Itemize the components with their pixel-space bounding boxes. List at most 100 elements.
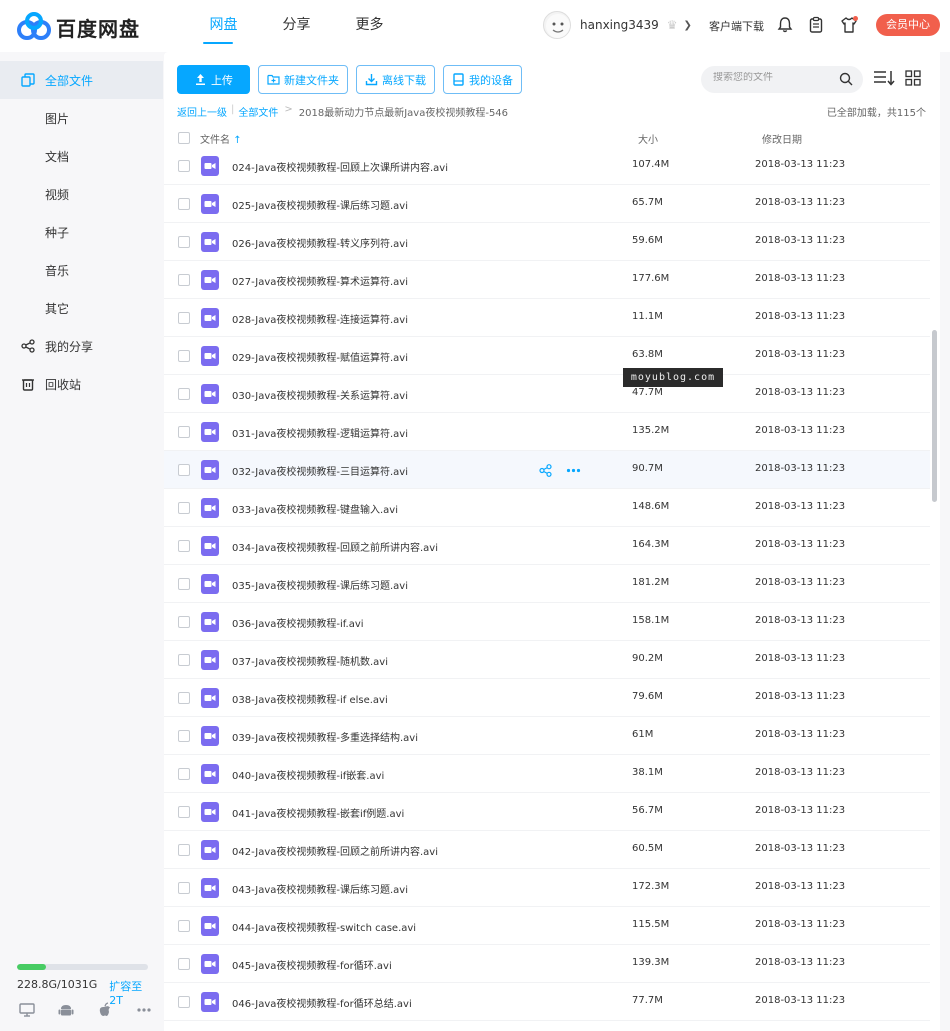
new-folder-button[interactable]: 新建文件夹 [258,65,348,94]
table-row[interactable]: 046-Java夜校视频教程-for循环总结.avi 77.7M 2018-03-1… [164,983,930,1021]
breadcrumb-root-link[interactable]: 全部文件 [238,104,278,119]
nav-share[interactable]: 分享 [260,0,333,52]
clipboard-icon[interactable] [807,16,825,34]
row-checkbox[interactable] [178,920,190,932]
select-all-checkbox[interactable] [178,132,190,144]
sidebar-item-videos[interactable]: 视频 [0,175,163,213]
file-name-link[interactable]: 040-Java夜校视频教程-if嵌套.avi [232,767,384,782]
row-checkbox[interactable] [178,806,190,818]
user-menu[interactable]: hanxing3439 ♛ ❯ [543,11,692,39]
row-checkbox[interactable] [178,426,190,438]
file-name-link[interactable]: 035-Java夜校视频教程-课后练习题.avi [232,577,408,592]
breadcrumb-back-link[interactable]: 返回上一级 [177,104,227,119]
row-checkbox[interactable] [178,160,190,172]
table-row[interactable]: 039-Java夜校视频教程-多重选择结构.avi 61M 2018-03-13 1… [164,717,930,755]
table-row[interactable]: 034-Java夜校视频教程-回顾之前所讲内容.avi 164.3M 2018-03… [164,527,930,565]
sidebar-item-my-shares[interactable]: 我的分享 [0,327,163,365]
file-name-link[interactable]: 024-Java夜校视频教程-回顾上次课所讲内容.avi [232,159,448,174]
row-checkbox[interactable] [178,502,190,514]
file-name-link[interactable]: 039-Java夜校视频教程-多重选择结构.avi [232,729,418,744]
column-header-date[interactable]: 修改日期 [762,131,802,146]
file-name-link[interactable]: 028-Java夜校视频教程-连接运算符.avi [232,311,408,326]
table-row[interactable]: 043-Java夜校视频教程-课后练习题.avi 172.3M 2018-03-13… [164,869,930,907]
sidebar-item-images[interactable]: 图片 [0,99,163,137]
column-header-name[interactable]: 文件名 ↑ [200,131,242,146]
logo[interactable]: 百度网盘 [16,12,140,42]
file-name-link[interactable]: 032-Java夜校视频教程-三目运算符.avi [232,463,408,478]
scrollbar-thumb[interactable] [932,330,937,502]
chevron-down-icon[interactable]: ❯ [684,20,692,31]
file-name-link[interactable]: 034-Java夜校视频教程-回顾之前所讲内容.avi [232,539,438,554]
row-checkbox[interactable] [178,730,190,742]
file-name-link[interactable]: 026-Java夜校视频教程-转义序列符.avi [232,235,408,250]
more-dots-icon[interactable] [136,1002,152,1018]
table-row[interactable]: 037-Java夜校视频教程-随机数.avi 90.2M 2018-03-13 11… [164,641,930,679]
file-name-link[interactable]: 043-Java夜校视频教程-课后练习题.avi [232,881,408,896]
search-input[interactable] [713,72,833,83]
file-name-link[interactable]: 027-Java夜校视频教程-算术运算符.avi [232,273,408,288]
file-name-link[interactable]: 031-Java夜校视频教程-逻辑运算符.avi [232,425,408,440]
vip-center-button[interactable]: 会员中心 [876,14,940,36]
row-checkbox[interactable] [178,958,190,970]
row-checkbox[interactable] [178,882,190,894]
row-checkbox[interactable] [178,540,190,552]
row-checkbox[interactable] [178,350,190,362]
nav-netdisk[interactable]: 网盘 [187,0,260,52]
sidebar-item-all-files[interactable]: 全部文件 [0,61,163,99]
row-checkbox[interactable] [178,844,190,856]
file-name-link[interactable]: 029-Java夜校视频教程-赋值运算符.avi [232,349,408,364]
table-row[interactable]: 044-Java夜校视频教程-switch case.avi 115.5M 2018… [164,907,930,945]
table-row[interactable]: 026-Java夜校视频教程-转义序列符.avi 59.6M 2018-03-13 … [164,223,930,261]
offline-download-button[interactable]: 离线下载 [356,65,435,94]
username[interactable]: hanxing3439 [580,18,659,32]
row-checkbox[interactable] [178,312,190,324]
table-row[interactable]: 041-Java夜校视频教程-嵌套if例题.avi 56.7M 2018-03-13… [164,793,930,831]
android-icon[interactable] [58,1002,74,1018]
bell-icon[interactable] [776,16,794,34]
my-devices-button[interactable]: 我的设备 [443,65,522,94]
file-name-link[interactable]: 045-Java夜校视频教程-for循环.avi [232,957,392,972]
sidebar-item-torrents[interactable]: 种子 [0,213,163,251]
nav-more[interactable]: 更多 [333,0,406,52]
windows-pc-icon[interactable] [19,1002,35,1018]
row-checkbox[interactable] [178,768,190,780]
table-row[interactable]: 032-Java夜校视频教程-三目运算符.avi 90.7M 2018-03-13 … [164,451,930,489]
share-icon[interactable] [539,464,552,477]
apple-icon[interactable] [97,1002,113,1018]
table-row[interactable]: 029-Java夜校视频教程-赋值运算符.avi 63.8M 2018-03-13 … [164,337,930,375]
sidebar-item-music[interactable]: 音乐 [0,251,163,289]
row-checkbox[interactable] [178,388,190,400]
row-checkbox[interactable] [178,616,190,628]
search-box[interactable] [701,66,863,93]
table-row[interactable]: 038-Java夜校视频教程-if else.avi 79.6M 2018-03-1… [164,679,930,717]
table-row[interactable]: 025-Java夜校视频教程-课后练习题.avi 65.7M 2018-03-13 … [164,185,930,223]
table-row[interactable]: 042-Java夜校视频教程-回顾之前所讲内容.avi 60.5M 2018-03-… [164,831,930,869]
sidebar-item-documents[interactable]: 文档 [0,137,163,175]
table-row[interactable]: 036-Java夜校视频教程-if.avi 158.1M 2018-03-13 11… [164,603,930,641]
file-name-link[interactable]: 037-Java夜校视频教程-随机数.avi [232,653,388,668]
row-checkbox[interactable] [178,236,190,248]
row-checkbox[interactable] [178,996,190,1008]
file-name-link[interactable]: 046-Java夜校视频教程-for循环总结.avi [232,995,412,1010]
file-name-link[interactable]: 030-Java夜校视频教程-关系运算符.avi [232,387,408,402]
table-row[interactable]: 040-Java夜校视频教程-if嵌套.avi 38.1M 2018-03-13 1… [164,755,930,793]
row-checkbox[interactable] [178,464,190,476]
client-download-link[interactable]: 客户端下载 [709,18,764,34]
sidebar-item-recycle-bin[interactable]: 回收站 [0,365,163,403]
row-checkbox[interactable] [178,198,190,210]
search-icon[interactable] [839,72,853,86]
grid-view-icon[interactable] [905,70,921,86]
file-name-link[interactable]: 025-Java夜校视频教程-课后练习题.avi [232,197,408,212]
column-header-size[interactable]: 大小 [638,131,658,146]
table-row[interactable]: 045-Java夜校视频教程-for循环.avi 139.3M 2018-03-13… [164,945,930,983]
row-checkbox[interactable] [178,578,190,590]
table-row[interactable]: 028-Java夜校视频教程-连接运算符.avi 11.1M 2018-03-13 … [164,299,930,337]
avatar[interactable] [543,11,571,39]
row-checkbox[interactable] [178,274,190,286]
file-name-link[interactable]: 036-Java夜校视频教程-if.avi [232,615,364,630]
file-name-link[interactable]: 038-Java夜校视频教程-if else.avi [232,691,388,706]
table-row[interactable]: 033-Java夜校视频教程-键盘输入.avi 148.6M 2018-03-13 … [164,489,930,527]
more-dots-icon[interactable] [566,464,581,477]
upload-button[interactable]: 上传 [177,65,250,94]
table-row[interactable]: 027-Java夜校视频教程-算术运算符.avi 177.6M 2018-03-13… [164,261,930,299]
